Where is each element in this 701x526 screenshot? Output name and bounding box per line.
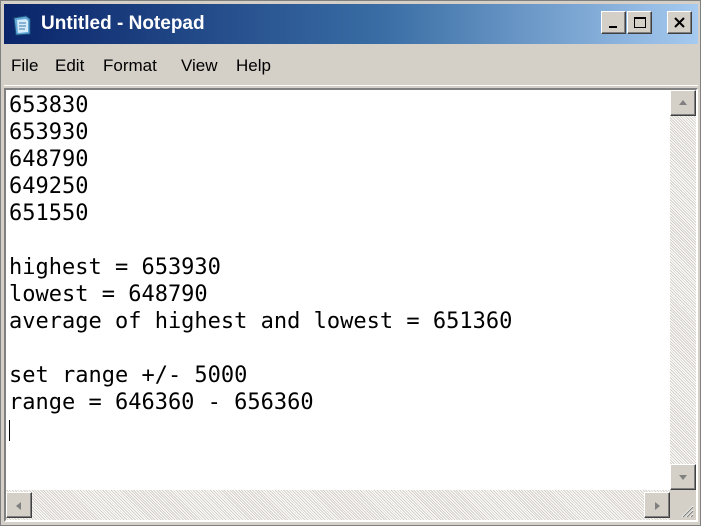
menu-edit[interactable]: Edit: [55, 56, 84, 76]
text-line: set range +/- 5000: [9, 363, 248, 388]
scroll-left-button[interactable]: [6, 492, 32, 518]
minimize-icon: [609, 26, 617, 28]
text-line: range = 646360 - 656360: [9, 390, 314, 415]
text-line: 651550: [9, 201, 89, 226]
text-content[interactable]: 653830 653930 648790 649250 651550 highe…: [9, 92, 512, 443]
menu-format[interactable]: Format: [103, 56, 157, 76]
menu-view[interactable]: View: [181, 56, 218, 76]
minimize-button[interactable]: [601, 11, 626, 34]
vertical-scrollbar[interactable]: [670, 90, 696, 490]
arrow-up-icon: [679, 100, 687, 105]
text-line: highest = 653930: [9, 255, 221, 280]
window-title: Untitled - Notepad: [41, 13, 205, 34]
arrow-down-icon: [679, 475, 687, 480]
text-line: 653830: [9, 93, 89, 118]
horizontal-scrollbar[interactable]: [6, 490, 670, 520]
scroll-up-button[interactable]: [670, 90, 696, 116]
text-line: 653930: [9, 120, 89, 145]
text-line: 648790: [9, 147, 89, 172]
text-caret: [9, 419, 10, 441]
close-icon: [674, 17, 685, 28]
resize-grip-icon: [681, 505, 694, 518]
arrow-left-icon: [16, 502, 21, 510]
text-line: average of highest and lowest = 651360: [9, 309, 513, 334]
editor-frame: 653830 653930 648790 649250 651550 highe…: [4, 88, 698, 522]
text-editor[interactable]: 653830 653930 648790 649250 651550 highe…: [6, 90, 670, 490]
close-button[interactable]: [667, 11, 692, 34]
text-line: [9, 335, 512, 362]
text-caret-line: [9, 416, 512, 443]
scroll-down-button[interactable]: [670, 464, 696, 490]
maximize-button[interactable]: [627, 11, 652, 34]
title-bar[interactable]: Untitled - Notepad: [4, 4, 698, 44]
maximize-icon: [634, 17, 646, 28]
notepad-window: Untitled - Notepad File Edit Format View…: [0, 0, 701, 526]
text-line: 649250: [9, 174, 89, 199]
text-line: lowest = 648790: [9, 282, 208, 307]
menu-bar: File Edit Format View Help: [4, 46, 698, 86]
menu-help[interactable]: Help: [236, 56, 271, 76]
menu-file[interactable]: File: [11, 56, 38, 76]
notepad-icon: [13, 15, 31, 36]
resize-grip[interactable]: [670, 490, 696, 520]
scroll-right-button[interactable]: [644, 492, 670, 518]
arrow-right-icon: [655, 502, 660, 510]
text-line: [9, 227, 512, 254]
